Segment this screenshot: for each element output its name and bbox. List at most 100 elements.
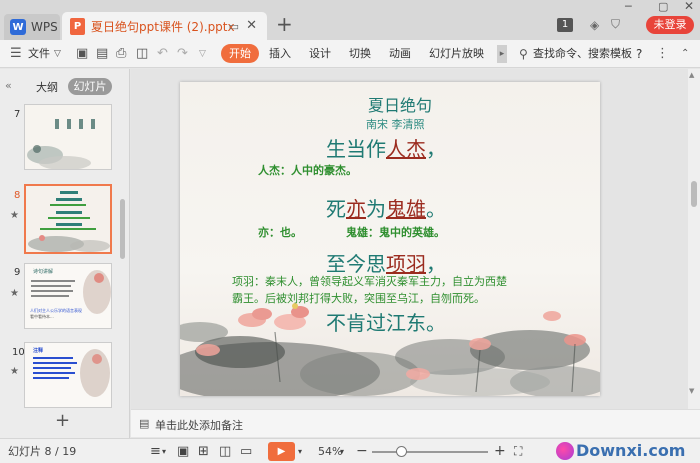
- tab-start[interactable]: 开始: [221, 44, 259, 63]
- poem-line-2-text: 为: [366, 197, 386, 221]
- maximize-icon[interactable]: ▢: [658, 0, 668, 13]
- undo-icon[interactable]: ↶: [157, 40, 168, 68]
- wps-logo-icon: W: [10, 19, 26, 35]
- export-pdf-icon[interactable]: ▤: [96, 40, 108, 68]
- save-icon[interactable]: ▣: [76, 40, 88, 68]
- annotation-xiangyu-1: 项羽：秦末人，曾领导起义军消灭秦军主力，自立为西楚: [232, 275, 507, 288]
- document-tab-title: 夏日绝句ppt课件 (2).pptx: [91, 19, 235, 34]
- collapse-panel-icon[interactable]: «: [5, 79, 12, 92]
- wps-tab-label: WPS: [31, 20, 58, 34]
- zoom-slider-track[interactable]: [372, 451, 488, 453]
- presenter-view-icon[interactable]: ▭: [240, 439, 252, 463]
- play-options-chevron-icon[interactable]: ▾: [298, 439, 302, 463]
- current-slide[interactable]: 夏日绝句 南宋 李清照 生当作人杰， 人杰：人中的豪杰。 死亦为鬼雄。 亦：也。…: [180, 82, 600, 396]
- tab-transition[interactable]: 切换: [349, 40, 371, 68]
- redo-icon[interactable]: ↷: [177, 40, 188, 68]
- annotation-renjie: 人杰：人中的豪杰。: [258, 164, 357, 177]
- watermark-text: Downxi.com: [576, 441, 686, 460]
- new-tab-plus-icon[interactable]: +: [276, 14, 293, 34]
- reading-view-icon[interactable]: ◫: [219, 439, 231, 463]
- shirt-icon[interactable]: ⛉: [611, 17, 620, 32]
- zoom-level[interactable]: 54%: [318, 439, 342, 463]
- collapse-ribbon-icon[interactable]: ⌃: [681, 40, 689, 68]
- scrollbar-thumb[interactable]: [691, 181, 697, 207]
- zoom-chevron-icon[interactable]: ▾: [340, 439, 344, 463]
- scroll-up-icon[interactable]: ▲: [689, 71, 694, 79]
- quick-access-chevron-icon[interactable]: ▽: [199, 40, 206, 68]
- slide-thumbnail-panel: « 大纲 幻灯片 7 8 ★ 9 ★ 诗句讲解 人们对主人公乐学的语言表现 看中…: [0, 69, 130, 438]
- slide-number: 7: [14, 109, 21, 120]
- poem-punct: 。: [426, 197, 446, 221]
- slide-number: 9: [14, 267, 21, 278]
- close-tab-icon[interactable]: ✕: [246, 18, 257, 33]
- vertical-scrollbar[interactable]: ▲ ▼: [688, 69, 700, 409]
- search-command-input[interactable]: 查找命令、搜索模板: [533, 40, 632, 68]
- tab-animation[interactable]: 动画: [389, 40, 411, 68]
- presentation-file-icon: P: [70, 17, 85, 35]
- poem-punct: ，: [426, 137, 446, 161]
- skin-icon[interactable]: ◈: [590, 18, 599, 32]
- login-button[interactable]: 未登录: [646, 16, 694, 34]
- file-menu[interactable]: 文件: [28, 40, 50, 68]
- tab-insert[interactable]: 插入: [269, 40, 291, 68]
- annotation-xiangyu-2: 霸王。后被刘邦打得大败，突围至乌江，自刎而死。: [232, 292, 485, 305]
- poem-line-1: 生当作人杰，: [326, 133, 446, 162]
- add-slide-plus-icon[interactable]: +: [55, 410, 70, 431]
- chevron-down-icon[interactable]: ▾: [162, 439, 166, 463]
- slide-number: 10: [12, 347, 25, 358]
- poem-line-1-text: 生当作: [326, 137, 386, 161]
- poem-author: 南宋 李清照: [366, 118, 425, 131]
- fit-window-icon[interactable]: ⛶: [514, 439, 522, 463]
- wps-home-tab[interactable]: W WPS: [4, 14, 60, 40]
- keyword-guixiong: 鬼雄: [386, 197, 426, 221]
- slide-canvas: 夏日绝句 南宋 李清照 生当作人杰， 人杰：人中的豪杰。 死亦为鬼雄。 亦：也。…: [131, 69, 688, 409]
- more-options-icon[interactable]: ⋮: [656, 40, 669, 68]
- slide-thumbnail-image: [33, 349, 110, 397]
- zoom-slider-knob[interactable]: [396, 446, 407, 457]
- slide-thumbnail-8[interactable]: [24, 184, 112, 254]
- monitor-icon[interactable]: ▭: [229, 20, 239, 33]
- slide-thumbnail-image: [25, 105, 111, 169]
- keyword-renjie: 人杰: [386, 137, 426, 161]
- tab-slideshow[interactable]: 幻灯片放映: [429, 40, 484, 68]
- slide-sorter-icon[interactable]: ⊞: [198, 439, 209, 463]
- ribbon-toolbar: ☰ 文件 ▽ ▣ ▤ ⎙ ◫ ↶ ↷ ▽ 开始 插入 设计 切换 动画 幻灯片放…: [0, 40, 700, 68]
- slide-thumbnail-10[interactable]: 注释: [24, 342, 112, 408]
- scroll-down-icon[interactable]: ▼: [689, 387, 694, 395]
- window-close-icon[interactable]: ✕: [684, 0, 694, 13]
- menu-icon[interactable]: ☰: [10, 40, 22, 68]
- notes-placeholder[interactable]: 单击此处添加备注: [155, 417, 243, 433]
- document-tab[interactable]: P 夏日绝句ppt课件 (2).pptx ▭ ✕: [62, 12, 267, 40]
- title-bar: W WPS P 夏日绝句ppt课件 (2).pptx ▭ ✕ + ─ ▢ ✕ 1…: [0, 0, 700, 40]
- notes-view-icon[interactable]: ≡: [150, 439, 161, 463]
- notes-icon: ▤: [139, 417, 150, 430]
- play-slideshow-button[interactable]: ▶: [268, 442, 295, 461]
- slide-counter: 幻灯片 8 / 19: [8, 445, 77, 458]
- help-icon[interactable]: ?: [636, 40, 642, 68]
- panel-scrollbar[interactable]: [120, 199, 125, 259]
- slide-thumbnail-7[interactable]: [24, 104, 112, 170]
- annotation-guixiong: 鬼雄：鬼中的英雄。: [346, 226, 445, 239]
- poem-title: 夏日绝句: [368, 96, 433, 115]
- more-tabs-arrow-icon[interactable]: ▸: [497, 45, 507, 63]
- tab-outline[interactable]: 大纲: [36, 79, 58, 95]
- zoom-out-icon[interactable]: −: [356, 439, 368, 463]
- star-icon: ★: [10, 288, 19, 299]
- status-bar: 幻灯片 8 / 19 ≡ ▾ ▣ ⊞ ◫ ▭ ▶ ▾ 54% ▾ − + ⛶ D…: [0, 438, 700, 463]
- notes-pane[interactable]: ▤ 单击此处添加备注: [131, 409, 700, 437]
- search-icon[interactable]: ⚲: [519, 40, 528, 68]
- chevron-down-icon[interactable]: ▽: [54, 40, 61, 68]
- print-preview-icon[interactable]: ◫: [136, 40, 148, 68]
- normal-view-icon[interactable]: ▣: [177, 439, 189, 463]
- tab-slides[interactable]: 幻灯片: [68, 78, 112, 95]
- slide-thumbnail-9[interactable]: 诗句讲解 人们对主人公乐学的语言表现 看中看待本...: [24, 263, 112, 329]
- zoom-in-icon[interactable]: +: [494, 439, 506, 463]
- star-icon: ★: [10, 210, 19, 221]
- minimize-icon[interactable]: ─: [625, 0, 632, 13]
- poem-line-2-text: 死: [326, 197, 346, 221]
- star-icon: ★: [10, 366, 19, 377]
- downxi-logo-icon: [556, 442, 574, 460]
- tab-design[interactable]: 设计: [309, 40, 331, 68]
- page-number-badge[interactable]: 1: [557, 18, 573, 32]
- print-icon[interactable]: ⎙: [116, 40, 126, 68]
